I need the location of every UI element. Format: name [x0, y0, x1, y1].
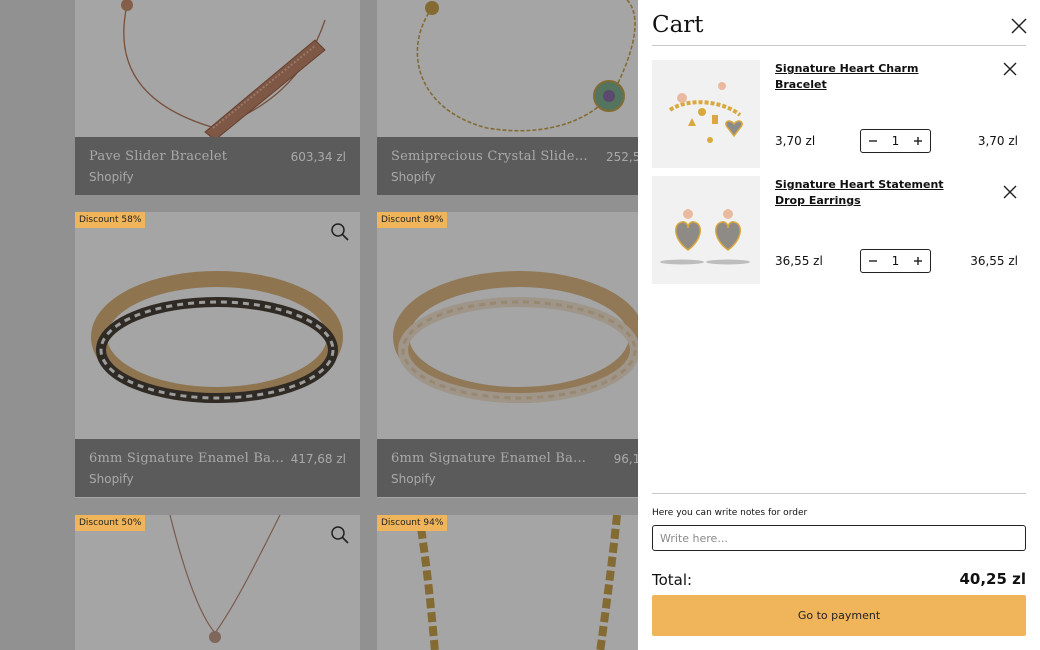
cart-item-image[interactable] — [652, 60, 760, 168]
cart-item-line-total: 36,55 zl — [970, 254, 1018, 268]
cart-item: Signature Heart Statement Drop Earrings … — [652, 176, 1026, 284]
quantity-stepper: 1 — [860, 249, 931, 273]
minus-icon[interactable] — [868, 136, 878, 146]
cart-item: Signature Heart Charm Bracelet 3,70 zl 1… — [652, 60, 1026, 168]
discount-badge: Discount 89% — [377, 212, 448, 228]
discount-badge: Discount 58% — [75, 212, 146, 228]
total-label: Total: — [652, 571, 693, 589]
discount-badge: Discount 94% — [377, 515, 448, 531]
cart-item-title[interactable]: Signature Heart Statement Drop Earrings — [775, 177, 965, 209]
divider — [652, 493, 1026, 494]
quantity-value[interactable]: 1 — [892, 254, 900, 268]
plus-icon[interactable] — [913, 136, 923, 146]
plus-icon[interactable] — [913, 256, 923, 266]
search-icon[interactable] — [330, 222, 350, 242]
cart-item-title[interactable]: Signature Heart Charm Bracelet — [775, 61, 965, 93]
close-icon[interactable] — [1010, 17, 1028, 35]
go-to-payment-button[interactable]: Go to payment — [652, 595, 1026, 636]
minus-icon[interactable] — [868, 256, 878, 266]
discount-badge: Discount 50% — [75, 515, 146, 531]
divider — [652, 45, 1026, 46]
notes-label: Here you can write notes for order — [652, 508, 808, 518]
search-icon[interactable] — [330, 525, 350, 545]
quantity-stepper: 1 — [860, 129, 931, 153]
cart-title: Cart — [652, 12, 704, 38]
cart-drawer: Cart Signature Heart Charm Bracelet 3,70… — [638, 0, 1040, 650]
quantity-value[interactable]: 1 — [892, 134, 900, 148]
cart-item-line-total: 3,70 zl — [977, 134, 1018, 148]
cart-item-unit-price: 3,70 zl — [775, 134, 816, 148]
remove-icon[interactable] — [1002, 61, 1018, 77]
cart-item-unit-price: 36,55 zl — [775, 254, 823, 268]
order-notes-input[interactable] — [652, 525, 1026, 551]
remove-icon[interactable] — [1002, 184, 1018, 200]
cart-item-image[interactable] — [652, 176, 760, 284]
total-value: 40,25 zl — [959, 570, 1026, 588]
